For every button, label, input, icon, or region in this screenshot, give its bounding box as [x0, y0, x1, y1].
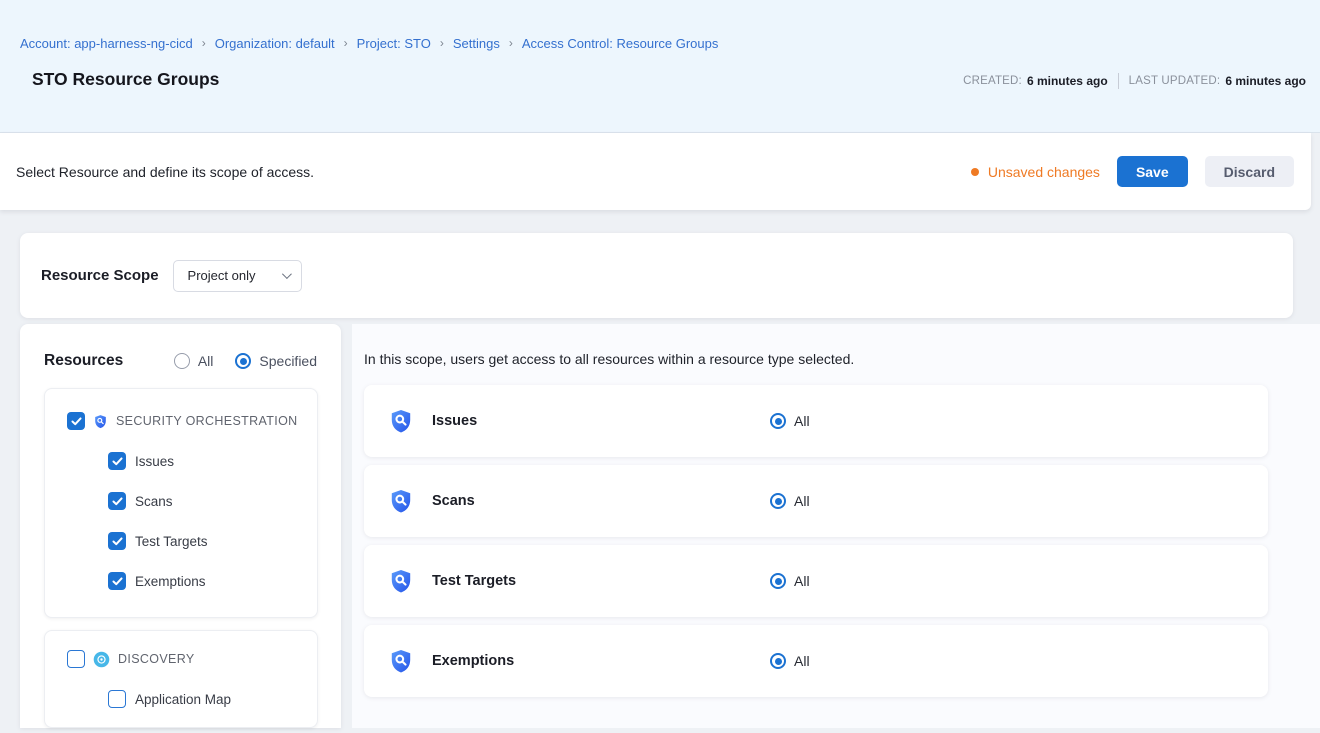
resource-scope-dropdown[interactable]: Project only: [173, 260, 302, 292]
page-title: STO Resource Groups: [20, 69, 219, 90]
content-area: Resource Scope Project only Resources Al…: [0, 210, 1320, 728]
access-label: All: [794, 573, 810, 589]
save-button[interactable]: Save: [1117, 156, 1188, 187]
checkbox[interactable]: [108, 492, 126, 510]
resource-group-card: DISCOVERY Application Map: [44, 630, 318, 728]
discard-button[interactable]: Discard: [1205, 156, 1294, 187]
unsaved-dot-icon: [971, 168, 979, 176]
group-checkbox[interactable]: [67, 650, 85, 668]
radio-option-all[interactable]: All: [174, 353, 214, 369]
breadcrumb-link[interactable]: Project: STO: [357, 36, 431, 51]
resource-type-label: Exemptions: [432, 653, 514, 669]
tree-item-label: Test Targets: [135, 534, 208, 549]
resource-scope-label: Resource Scope: [41, 267, 159, 284]
group-checkbox[interactable]: [67, 412, 85, 430]
discovery-target-icon: [93, 651, 110, 668]
tree-item-exemptions[interactable]: Exemptions: [108, 561, 317, 601]
group-children: Issues Scans Test Targets Exemptions: [67, 441, 317, 601]
access-label: All: [794, 653, 810, 669]
breadcrumb-link[interactable]: Settings: [453, 36, 500, 51]
radio-selected-icon[interactable]: [770, 493, 786, 509]
meta-divider: [1118, 73, 1119, 89]
radio-selected-icon[interactable]: [770, 573, 786, 589]
tree-item-application-map[interactable]: Application Map: [108, 679, 317, 719]
breadcrumb-link[interactable]: Access Control: Resource Groups: [522, 36, 719, 51]
breadcrumb-link[interactable]: Account: app-harness-ng-cicd: [20, 36, 193, 51]
resource-type-card: Exemptions All: [364, 625, 1268, 697]
tree-item-label: Exemptions: [135, 574, 206, 589]
access-label: All: [794, 493, 810, 509]
tree-item-test-targets[interactable]: Test Targets: [108, 521, 317, 561]
breadcrumb-separator: ›: [509, 36, 513, 50]
scope-description: In this scope, users get access to all r…: [364, 351, 1320, 367]
radio-option-specified[interactable]: Specified: [235, 353, 317, 369]
sto-shield-icon: [388, 488, 414, 514]
resource-scope-selected-value: Project only: [188, 268, 256, 283]
resource-type-card: Scans All: [364, 465, 1268, 537]
resources-mode-radio-group: All Specified: [174, 353, 317, 369]
breadcrumb-link[interactable]: Organization: default: [215, 36, 335, 51]
action-toolbar: Select Resource and define its scope of …: [0, 133, 1311, 210]
resource-group-row[interactable]: DISCOVERY: [67, 639, 317, 679]
radio-specified-icon[interactable]: [235, 353, 251, 369]
resource-type-card: Test Targets All: [364, 545, 1268, 617]
resource-cards: Issues All Scans All Test Targets All Ex…: [364, 385, 1268, 697]
last-updated-label: LAST UPDATED:: [1129, 75, 1221, 87]
checkbox[interactable]: [108, 572, 126, 590]
toolbar-description: Select Resource and define its scope of …: [16, 164, 314, 180]
tree-item-scans[interactable]: Scans: [108, 481, 317, 521]
tree-item-label: Scans: [135, 494, 173, 509]
access-label: All: [794, 413, 810, 429]
sto-shield-icon: [388, 568, 414, 594]
radio-selected-icon[interactable]: [770, 413, 786, 429]
radio-specified-label: Specified: [259, 353, 317, 369]
resource-group-row[interactable]: SECURITY ORCHESTRATION: [67, 401, 317, 441]
resource-access-radio[interactable]: All: [770, 573, 810, 589]
breadcrumb: Account: app-harness-ng-cicd › Organizatio…: [20, 36, 1306, 51]
sto-shield-icon: [388, 648, 414, 674]
unsaved-changes-indicator: Unsaved changes: [971, 164, 1100, 180]
breadcrumb-separator: ›: [440, 36, 444, 50]
resource-group-card: SECURITY ORCHESTRATION Issues Scans Test T…: [44, 388, 318, 618]
sto-shield-icon: [93, 414, 108, 429]
resource-access-radio[interactable]: All: [770, 653, 810, 669]
unsaved-changes-label: Unsaved changes: [988, 164, 1100, 180]
header-meta: CREATED: 6 minutes ago LAST UPDATED: 6 m…: [963, 73, 1306, 90]
resource-type-label: Test Targets: [432, 573, 516, 589]
tree-item-label: Application Map: [135, 692, 231, 707]
breadcrumb-separator: ›: [344, 36, 348, 50]
resources-panel: Resources All Specified SECURITY ORCHEST…: [20, 324, 341, 728]
resource-access-radio[interactable]: All: [770, 493, 810, 509]
group-label: SECURITY ORCHESTRATION: [116, 414, 298, 428]
checkbox[interactable]: [108, 532, 126, 550]
radio-all-label: All: [198, 353, 214, 369]
breadcrumb-separator: ›: [202, 36, 206, 50]
checkbox[interactable]: [108, 690, 126, 708]
resource-scope-card: Resource Scope Project only: [20, 233, 1293, 318]
created-label: CREATED:: [963, 75, 1022, 87]
sto-shield-icon: [388, 408, 414, 434]
resource-access-radio[interactable]: All: [770, 413, 810, 429]
page-header: Account: app-harness-ng-cicd › Organizatio…: [0, 0, 1320, 133]
tree-item-label: Issues: [135, 454, 174, 469]
checkbox[interactable]: [108, 452, 126, 470]
scope-panel: In this scope, users get access to all r…: [352, 324, 1320, 728]
created-value: 6 minutes ago: [1027, 74, 1108, 88]
tree-item-issues[interactable]: Issues: [108, 441, 317, 481]
radio-all-icon[interactable]: [174, 353, 190, 369]
radio-selected-icon[interactable]: [770, 653, 786, 669]
resource-tree: SECURITY ORCHESTRATION Issues Scans Test T…: [20, 388, 341, 728]
group-children: Application Map: [67, 679, 317, 719]
resources-panel-title: Resources: [44, 352, 123, 370]
resource-type-card: Issues All: [364, 385, 1268, 457]
resource-type-label: Issues: [432, 413, 477, 429]
chevron-down-icon: [282, 269, 292, 279]
resource-type-label: Scans: [432, 493, 475, 509]
group-label: DISCOVERY: [118, 652, 195, 666]
last-updated-value: 6 minutes ago: [1225, 74, 1306, 88]
